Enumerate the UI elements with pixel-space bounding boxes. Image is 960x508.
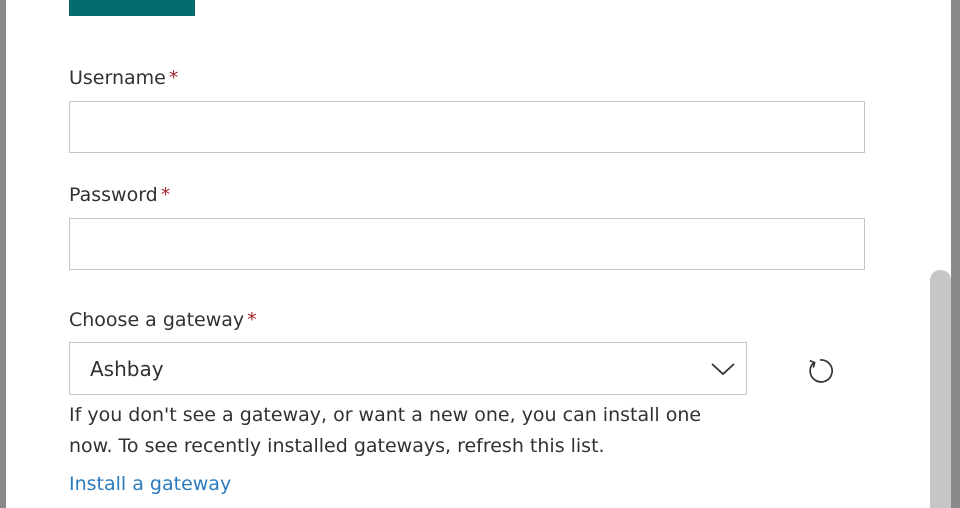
gateway-help-text: If you don't see a gateway, or want a ne… (69, 404, 702, 457)
password-label-text: Password (69, 184, 158, 206)
gateway-selected-value: Ashbay (90, 357, 164, 381)
gateway-label-text: Choose a gateway (69, 309, 245, 331)
dialog-panel: Username * Password * Choose a gateway * As… (6, 0, 951, 508)
refresh-icon[interactable] (806, 357, 834, 385)
chevron-down-icon (711, 363, 735, 376)
username-label-text: Username (69, 67, 166, 89)
gateway-dropdown[interactable]: Ashbay (69, 342, 747, 395)
username-label: Username * (69, 66, 178, 90)
scrollbar-thumb[interactable] (930, 270, 951, 508)
username-required-mark: * (168, 67, 179, 89)
gateway-label: Choose a gateway * (69, 308, 257, 332)
gateway-required-mark: * (247, 309, 257, 331)
primary-button[interactable] (69, 0, 195, 16)
password-required-mark: * (160, 184, 171, 206)
password-input[interactable] (69, 218, 865, 270)
install-gateway-link[interactable]: Install a gateway (69, 470, 231, 498)
password-label: Password * (69, 183, 170, 207)
username-input[interactable] (69, 101, 865, 153)
